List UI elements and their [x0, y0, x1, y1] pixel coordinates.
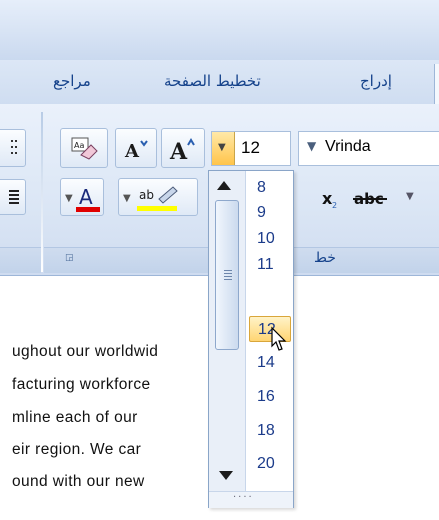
- font-size-option[interactable]: 9: [249, 200, 291, 226]
- font-dialog-launcher-icon[interactable]: ◲: [65, 253, 75, 263]
- chevron-down-icon[interactable]: ▼: [406, 191, 414, 202]
- font-name-combo[interactable]: ▼ Vrinda: [298, 131, 439, 166]
- grip-line: [224, 276, 232, 277]
- svg-text:A: A: [169, 139, 188, 165]
- font-name-value[interactable]: Vrinda: [325, 138, 371, 156]
- font-size-option[interactable]: 8: [249, 175, 291, 201]
- shrink-font-button[interactable]: A: [115, 128, 157, 168]
- font-size-option[interactable]: 10: [249, 226, 291, 252]
- dropdown-resize-grip[interactable]: ....: [209, 489, 293, 508]
- font-color-button[interactable]: ▼ A: [60, 178, 104, 216]
- font-size-option[interactable]: 16: [249, 384, 291, 410]
- highlight-button[interactable]: ▼ ab: [118, 178, 198, 216]
- document-line: ound with our new: [12, 473, 145, 490]
- resize-grip-dots: ....: [233, 489, 254, 500]
- svg-text:ab: ab: [139, 188, 154, 202]
- list-button-partial[interactable]: [0, 129, 26, 167]
- scroll-down-icon[interactable]: [219, 471, 233, 480]
- grow-font-button[interactable]: A: [161, 128, 205, 168]
- group-separator: [41, 112, 43, 272]
- ribbon-tab-row: مراجع تخطيط الصفحة إدراج: [0, 60, 439, 105]
- font-group-label: خط: [314, 250, 336, 266]
- chevron-down-icon[interactable]: ▼: [307, 139, 316, 153]
- grip-line: [224, 273, 232, 274]
- font-size-combo[interactable]: ▼ 12: [211, 131, 291, 166]
- tab-home-edge[interactable]: [434, 64, 439, 104]
- font-color-icon: ▼ A: [65, 185, 100, 212]
- font-size-option[interactable]: 20: [249, 451, 291, 477]
- grip-line: [224, 270, 232, 271]
- document-line: eir region. We car: [12, 441, 142, 458]
- svg-text:▼: ▼: [65, 193, 73, 204]
- font-size-dropdown-button[interactable]: ▼: [212, 132, 235, 165]
- tab-page-layout[interactable]: تخطيط الصفحة: [164, 72, 261, 90]
- shrink-font-icon: A: [124, 140, 148, 162]
- svg-text:▼: ▼: [123, 193, 131, 204]
- text-highlight-icon: ▼ ab: [123, 186, 178, 211]
- svg-text:A: A: [124, 141, 140, 162]
- window-title-area: [0, 0, 439, 60]
- document-line: facturing workforce: [12, 376, 151, 393]
- grip-line: [224, 279, 232, 280]
- clear-formatting-icon: Aa: [71, 137, 98, 160]
- svg-text:Aa: Aa: [74, 141, 84, 150]
- grow-font-icon: A: [169, 138, 195, 165]
- font-size-value[interactable]: 12: [241, 138, 260, 158]
- chevron-down-icon: ▼: [218, 142, 226, 153]
- strikethrough-icon: abc: [353, 190, 387, 208]
- svg-text:2: 2: [332, 201, 337, 210]
- subscript-button[interactable]: x 2: [318, 182, 348, 214]
- font-size-option[interactable]: 18: [249, 418, 291, 444]
- font-size-option[interactable]: 11: [249, 252, 291, 278]
- align-justify-icon: [9, 190, 19, 204]
- dropdown-scrollbar[interactable]: [209, 171, 246, 491]
- tab-references[interactable]: مراجع: [53, 72, 91, 90]
- clear-formatting-button[interactable]: Aa: [60, 128, 108, 168]
- tab-insert[interactable]: إدراج: [360, 72, 392, 90]
- multilevel-list-icon: [11, 140, 17, 154]
- group-label-strip-left: [0, 247, 41, 273]
- strikethrough-button[interactable]: abc: [350, 182, 396, 214]
- scroll-up-icon[interactable]: [217, 181, 231, 190]
- align-button-partial[interactable]: [0, 179, 26, 215]
- svg-text:A: A: [79, 185, 93, 209]
- document-line: mline each of our: [12, 409, 138, 426]
- subscript-icon: x 2: [322, 189, 337, 210]
- mouse-pointer-icon: [271, 326, 287, 351]
- scroll-thumb[interactable]: [215, 200, 239, 350]
- document-line: ughout our worldwid: [12, 343, 159, 360]
